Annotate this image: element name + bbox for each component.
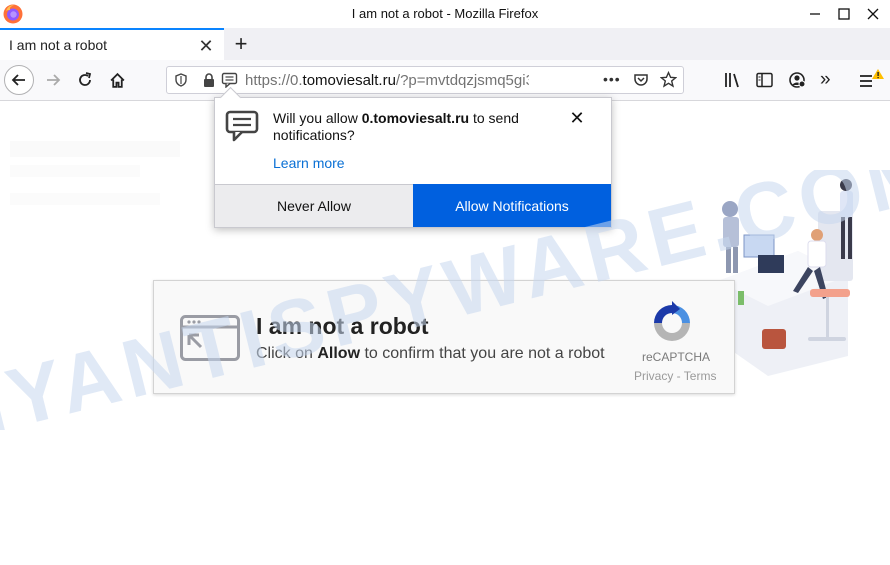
- tab-active[interactable]: I am not a robot ✕: [0, 28, 224, 60]
- page-actions-menu-icon[interactable]: •••: [603, 71, 621, 87]
- window-title: I am not a robot - Mozilla Firefox: [351, 6, 539, 21]
- overflow-chevron-icon[interactable]: »: [820, 69, 831, 91]
- faint-bg-block: [10, 165, 140, 177]
- learn-more-link[interactable]: Learn more: [273, 155, 345, 171]
- captcha-instruction-after: to confirm that you are not a robot: [360, 345, 605, 362]
- notification-permission-popup: Will you allow 0.tomoviesalt.ru to send …: [214, 86, 612, 228]
- navigation-toolbar: https://0.tomoviesalt.ru/?p=mvtdqzjsmq5g…: [0, 60, 890, 101]
- forward-arrow-icon: [47, 74, 61, 86]
- popup-site: 0.tomoviesalt.ru: [361, 110, 470, 126]
- url-bar[interactable]: https://0.tomoviesalt.ru/?p=mvtdqzjsmq5g…: [166, 66, 684, 94]
- back-arrow-icon: [11, 74, 25, 86]
- reload-icon: [79, 72, 92, 86]
- captcha-instruction: Click on Allow to confirm that you are n…: [256, 345, 605, 363]
- popup-message-before: Will you allow: [273, 110, 362, 126]
- maximize-icon: [838, 8, 850, 20]
- notification-permission-icon[interactable]: [221, 72, 238, 88]
- recaptcha-label: reCAPTCHA: [642, 350, 711, 364]
- popup-close-icon[interactable]: ✕: [567, 108, 587, 128]
- pocket-icon[interactable]: [633, 72, 649, 88]
- url-path: /?p=mvtdqzjsmq5gi3bpge: [395, 72, 529, 89]
- home-icon: [109, 72, 125, 88]
- browser-window-icon: [180, 315, 240, 361]
- captcha-instruction-before: Click on: [256, 345, 318, 362]
- popup-message: Will you allow 0.tomoviesalt.ru to send …: [273, 110, 563, 144]
- new-tab-button[interactable]: +: [228, 30, 254, 58]
- forward-button[interactable]: [38, 65, 68, 95]
- bookmark-star-icon[interactable]: [660, 71, 677, 88]
- allow-notifications-button[interactable]: Allow Notifications: [413, 184, 611, 227]
- never-allow-button[interactable]: Never Allow: [215, 184, 413, 227]
- tab-strip: I am not a robot ✕ +: [0, 28, 890, 60]
- window-titlebar: I am not a robot - Mozilla Firefox: [0, 0, 890, 29]
- captcha-instruction-bold: Allow: [317, 345, 361, 362]
- fake-captcha-box: I am not a robot Click on Allow to confi…: [153, 280, 735, 394]
- tab-close-icon[interactable]: ✕: [196, 36, 216, 56]
- recaptcha-privacy-terms[interactable]: Privacy - Terms: [634, 369, 716, 383]
- faint-bg-block: [10, 193, 160, 205]
- close-window-button[interactable]: [856, 0, 890, 28]
- back-button[interactable]: [4, 65, 34, 95]
- url-prefix: https://0.: [245, 72, 303, 89]
- close-icon: [867, 8, 879, 20]
- sidebar-icon[interactable]: [756, 72, 773, 88]
- captcha-title: I am not a robot: [256, 313, 429, 339]
- library-icon[interactable]: [724, 72, 742, 88]
- account-icon[interactable]: [788, 71, 806, 89]
- app-menu-button[interactable]: [858, 69, 884, 91]
- url-text[interactable]: https://0.tomoviesalt.ru/?p=mvtdqzjsmq5g…: [245, 72, 529, 89]
- hamburger-menu-icon: [860, 69, 884, 87]
- tracking-protection-shield-icon[interactable]: [174, 73, 188, 87]
- url-host: tomoviesalt.ru: [302, 72, 396, 89]
- recaptcha-logo-icon: [654, 301, 690, 341]
- home-button[interactable]: [102, 65, 132, 95]
- faint-bg-block: [10, 141, 180, 157]
- notification-chat-icon: [225, 110, 259, 142]
- reload-button[interactable]: [70, 65, 100, 95]
- tab-title: I am not a robot: [9, 37, 108, 53]
- lock-icon[interactable]: [202, 73, 216, 88]
- minimize-icon: [810, 13, 820, 15]
